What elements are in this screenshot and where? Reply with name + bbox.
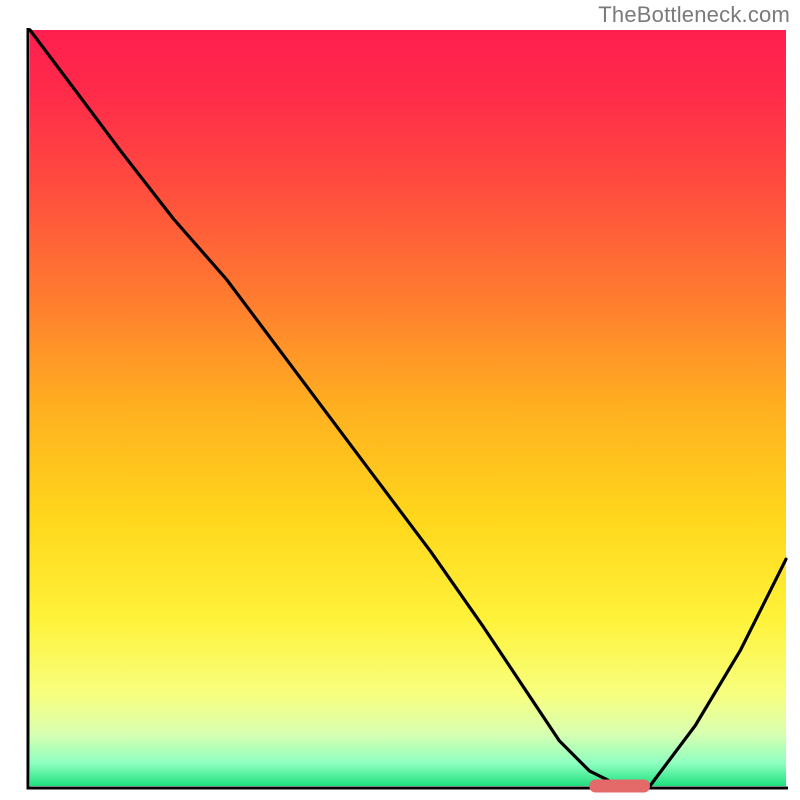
bottleneck-chart: TheBottleneck.com: [0, 0, 800, 800]
optimal-marker: [589, 780, 649, 793]
watermark-text: TheBottleneck.com: [598, 2, 790, 28]
chart-svg: [0, 0, 800, 800]
plot-background: [30, 30, 786, 786]
